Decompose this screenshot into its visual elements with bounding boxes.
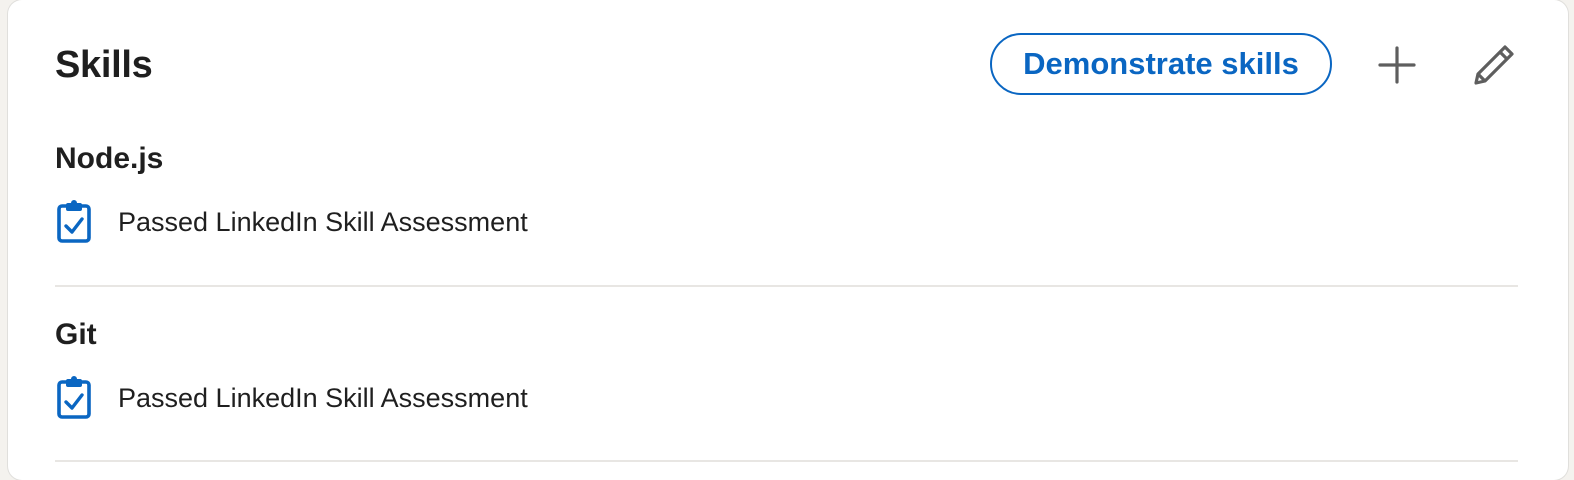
assessment-label: Passed LinkedIn Skill Assessment: [118, 206, 528, 237]
demonstrate-skills-button[interactable]: Demonstrate skills: [990, 33, 1332, 95]
clipboard-check-icon: [55, 200, 99, 244]
skills-card: Skills Demonstrate skills Node.js Passed…: [8, 0, 1568, 480]
add-skill-button[interactable]: [1370, 38, 1424, 92]
section-title: Skills: [55, 44, 153, 86]
skill-assessment-badge: Passed LinkedIn Skill Assessment: [55, 376, 528, 420]
clipboard-check-icon: [55, 376, 99, 420]
divider: [55, 460, 1518, 462]
skill-assessment-badge: Passed LinkedIn Skill Assessment: [55, 200, 528, 244]
skill-name[interactable]: Git: [55, 318, 97, 352]
divider: [55, 285, 1518, 287]
skills-header: Skills Demonstrate skills: [55, 30, 1528, 100]
edit-skills-button[interactable]: [1467, 38, 1521, 92]
assessment-label: Passed LinkedIn Skill Assessment: [118, 382, 528, 413]
skill-name[interactable]: Node.js: [55, 142, 163, 176]
pencil-icon: [1474, 45, 1514, 85]
plus-icon: [1378, 46, 1416, 84]
